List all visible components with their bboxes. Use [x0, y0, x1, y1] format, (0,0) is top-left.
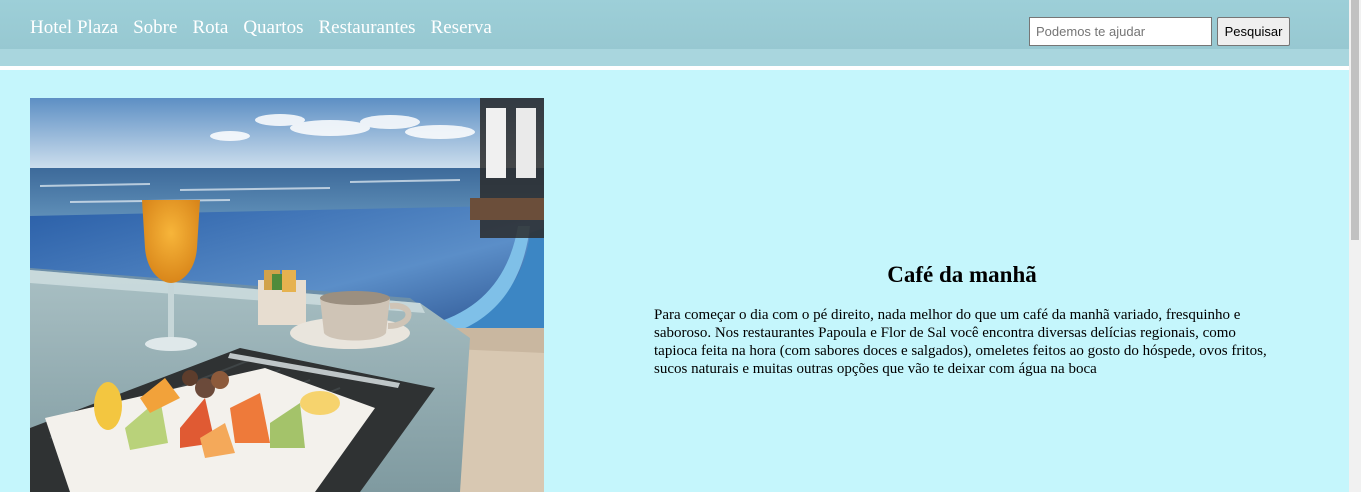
breakfast-photo	[30, 98, 544, 492]
nav-brand-link[interactable]: Hotel Plaza	[30, 17, 118, 39]
nav-link-restaurantes[interactable]: Restaurantes	[318, 17, 415, 39]
nav-link-rota[interactable]: Rota	[192, 17, 228, 39]
page: Hotel Plaza Sobre Rota Quartos Restauran…	[0, 0, 1361, 492]
nav-link-quartos[interactable]: Quartos	[243, 17, 303, 39]
nav-links: Hotel Plaza Sobre Rota Quartos Restauran…	[30, 17, 492, 39]
nav-link-sobre[interactable]: Sobre	[133, 17, 177, 39]
navbar-divider	[0, 66, 1349, 70]
scrollbar-thumb[interactable]	[1351, 0, 1359, 240]
section-title: Café da manhã	[887, 262, 1037, 287]
section-description: Para começar o dia com o pé direito, nad…	[654, 307, 1267, 377]
page-scrollbar[interactable]	[1349, 0, 1361, 492]
navbar: Hotel Plaza Sobre Rota Quartos Restauran…	[0, 0, 1349, 66]
nav-link-reserva[interactable]: Reserva	[431, 17, 492, 39]
search-input[interactable]	[1029, 17, 1212, 46]
search-button[interactable]: Pesquisar	[1217, 17, 1290, 46]
